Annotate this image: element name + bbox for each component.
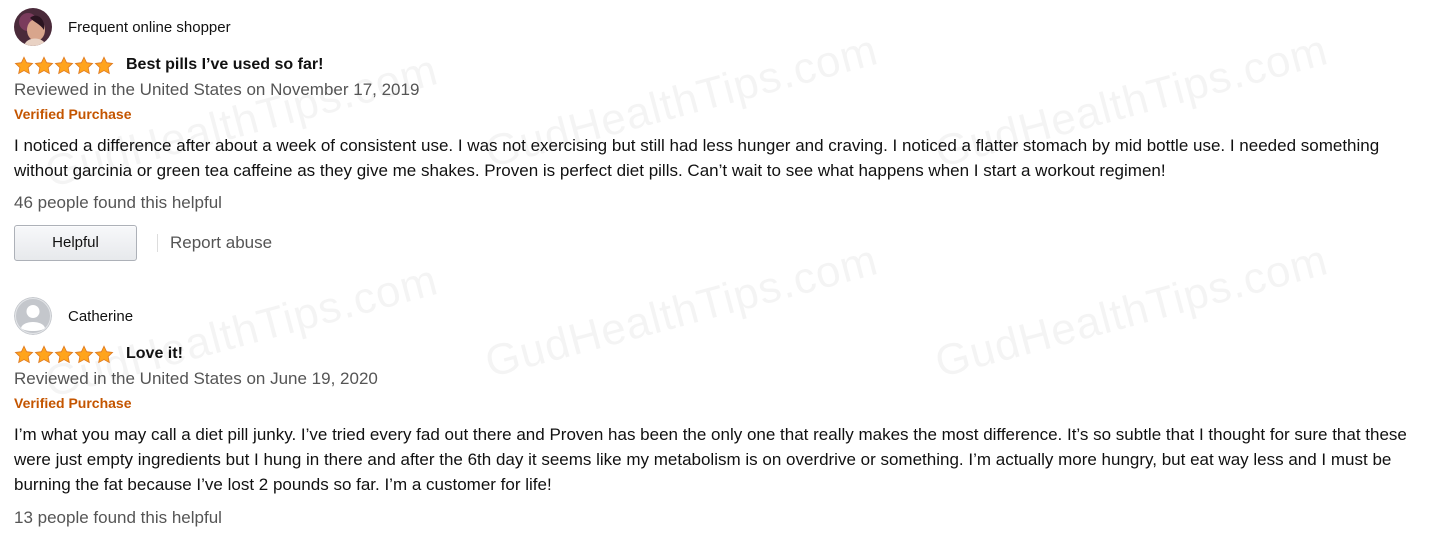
star-icon [34, 344, 54, 363]
review-card: Frequent online shopper Best pills I’ve … [14, 7, 1434, 261]
helpful-count: 13 people found this helpful [14, 508, 222, 527]
reviewer-name[interactable]: Frequent online shopper [68, 19, 231, 36]
review-date: Reviewed in the United States on June 19… [14, 369, 378, 388]
helpful-count: 46 people found this helpful [14, 193, 222, 212]
helpful-button[interactable]: Helpful [14, 225, 137, 261]
review-body: I’m what you may call a diet pill junky.… [14, 425, 1407, 494]
verified-purchase-badge[interactable]: Verified Purchase [14, 105, 1434, 123]
star-icon [74, 55, 94, 74]
star-icon [74, 344, 94, 363]
star-rating[interactable] [14, 344, 114, 364]
reviewer-name[interactable]: Catherine [68, 308, 133, 325]
star-icon [94, 344, 114, 363]
review-card: Catherine Love it! Reviewed in the Unite… [14, 296, 1434, 529]
reviewer-profile[interactable]: Catherine [14, 296, 1434, 336]
verified-purchase-badge[interactable]: Verified Purchase [14, 394, 1434, 412]
review-date: Reviewed in the United States on Novembe… [14, 80, 420, 99]
star-icon [94, 55, 114, 74]
avatar[interactable] [14, 8, 52, 46]
star-icon [14, 344, 34, 363]
star-icon [54, 344, 74, 363]
reviewer-profile[interactable]: Frequent online shopper [14, 7, 1434, 47]
review-title[interactable]: Best pills I’ve used so far! [126, 56, 323, 74]
report-abuse-link[interactable]: Report abuse [170, 233, 272, 253]
review-title[interactable]: Love it! [126, 345, 183, 363]
divider [157, 234, 158, 252]
default-avatar-icon[interactable] [14, 297, 52, 335]
star-rating[interactable] [14, 55, 114, 75]
star-icon [54, 55, 74, 74]
review-body: I noticed a difference after about a wee… [14, 136, 1380, 180]
star-icon [34, 55, 54, 74]
star-icon [14, 55, 34, 74]
